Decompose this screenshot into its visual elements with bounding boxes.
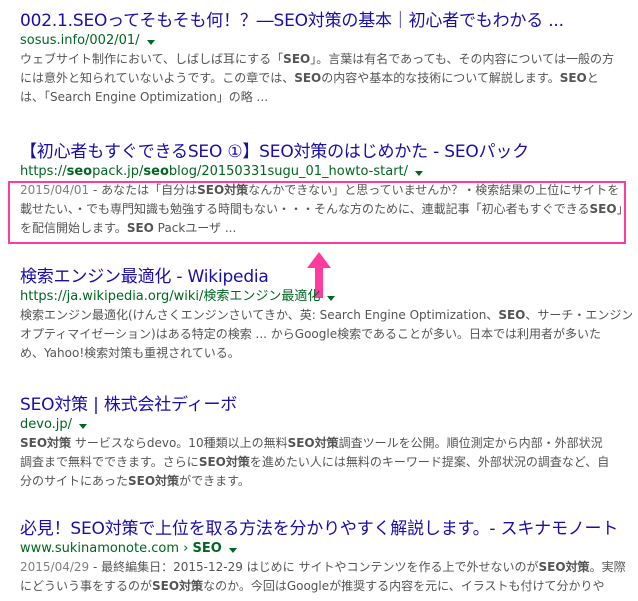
snippet-line: は、「Search Engine Optimization」の略 ... [20,90,269,104]
snippet-line: 分のサイトにあったSEO対策ができます。 [20,474,250,488]
search-result-4: SEO対策 | 株式会社ディーボ devo.jp/ SEO対策 サービスならde… [20,394,632,491]
caret-down-icon[interactable] [146,39,155,45]
result-title-link[interactable]: 検索エンジン最適化 - Wikipedia [20,266,632,288]
result-snippet: ウェブサイト制作において、しばしば耳にする「SEO」。言葉は有名であっても、その… [20,50,632,107]
snippet-text: - 最終編集日：2015-12-29 はじめに サイトやコンテンツを作る上で外せ… [89,560,626,574]
result-snippet: SEO対策 サービスならdevo。10種類以上の無料SEO対策調査ツールを公開。… [20,434,632,491]
result-title-link[interactable]: 【初心者もすぐできるSEO ①】SEO対策のはじめかた - SEOパック [20,141,632,163]
snippet-line: 検索エンジン最適化(けんさくエンジンさいてきか、英: Search Engine… [20,308,632,322]
snippet-line: にどういう事をするのがSEO対策なのか。今回はGoogleが推奨する内容を元に、… [20,579,605,593]
snippet-line: には意外と知られていないようです。この章では、SEOの内容や基本的な技術について… [20,71,599,85]
result-title-link[interactable]: 必見！SEO対策で上位を取る方法を分かりやすく解説します。- スキナモノート [20,518,632,540]
result-snippet: 2015/04/29 - 最終編集日：2015-12-29 はじめに サイトやコ… [20,558,632,596]
snippet-line: 2015/04/29 - 最終編集日：2015-12-29 はじめに サイトやコ… [20,558,632,577]
caret-down-icon[interactable] [79,423,88,429]
result-url[interactable]: https://seopack.jp/seoblog/20150331sugu_… [20,163,408,181]
result-snippet: 検索エンジン最適化(けんさくエンジンさいてきか、英: Search Engine… [20,306,632,363]
snippet-line: SEO対策 サービスならdevo。10種類以上の無料SEO対策調査ツールを公開。… [20,436,603,450]
result-url-line: www.sukinamonote.com › SEO [20,540,632,558]
result-url-line: sosus.info/002/01/ [20,32,632,50]
snippet-line: め、Yahoo!検索対策も重視されている。 [20,346,240,360]
result-url[interactable]: sosus.info/002/01/ [20,32,140,50]
result-url[interactable]: devo.jp/ [20,416,72,434]
search-result-5: 必見！SEO対策で上位を取る方法を分かりやすく解説します。- スキナモノート w… [20,518,632,596]
result-url-line: devo.jp/ [20,416,632,434]
result-title-link[interactable]: 002.1.SEOってそもそも何！？―SEO対策の基本｜初心者でもわかる ... [20,10,632,32]
result-date: 2015/04/29 [20,560,90,574]
search-result-1: 002.1.SEOってそもそも何！？―SEO対策の基本｜初心者でもわかる ...… [20,10,632,107]
search-result-3: 検索エンジン最適化 - Wikipedia https://ja.wikiped… [20,266,632,363]
result-title-link[interactable]: SEO対策 | 株式会社ディーボ [20,394,632,416]
snippet-line: 調査まで無料でできます。さらにSEO対策を進めたい人には無料のキーワード提案、外… [20,455,610,469]
result-url[interactable]: www.sukinamonote.com › SEO [20,540,222,558]
result-url-line: https://seopack.jp/seoblog/20150331sugu_… [20,163,632,181]
snippet-line: ウェブサイト制作において、しばしば耳にする「SEO」。言葉は有名であっても、その… [20,52,614,66]
annotation-highlight-box [8,181,626,244]
result-url-line: https://ja.wikipedia.org/wiki/検索エンジン最適化 [20,288,632,306]
caret-down-icon[interactable] [415,170,424,176]
result-url[interactable]: https://ja.wikipedia.org/wiki/検索エンジン最適化 [20,288,320,306]
caret-down-icon[interactable] [228,547,237,553]
caret-down-icon[interactable] [327,295,336,301]
snippet-line: オプティマイゼーション)はある特定の検索 ... からGoogle検索であること… [20,327,601,341]
